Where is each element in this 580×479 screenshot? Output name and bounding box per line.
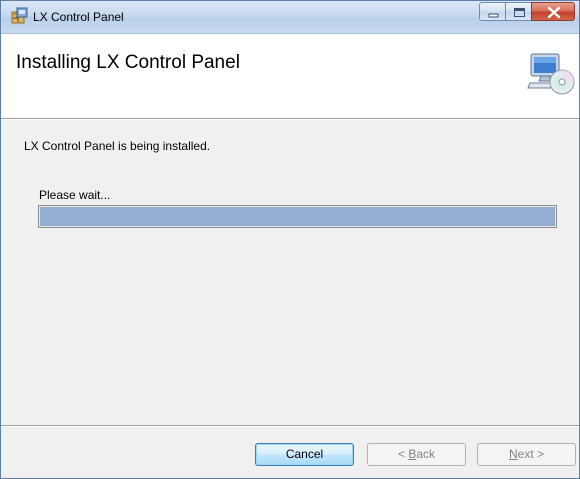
caption-buttons xyxy=(479,2,575,22)
next-arrow: > xyxy=(533,447,545,461)
installer-window: LX Control Panel Installing LX Control P… xyxy=(0,0,580,479)
computer-cd-icon xyxy=(527,50,575,98)
close-icon xyxy=(547,6,561,19)
progress-fill xyxy=(40,207,555,226)
next-button[interactable]: Next > xyxy=(477,443,576,466)
installer-package-icon xyxy=(9,6,29,26)
maximize-icon xyxy=(514,8,525,17)
title-bar[interactable]: LX Control Panel xyxy=(1,1,579,34)
please-wait-label: Please wait... xyxy=(39,188,111,202)
install-progress-bar xyxy=(38,205,557,228)
cancel-button[interactable]: Cancel xyxy=(255,443,354,466)
close-button[interactable] xyxy=(531,2,575,21)
page-title: Installing LX Control Panel xyxy=(16,52,240,73)
minimize-button[interactable] xyxy=(479,2,506,21)
back-button[interactable]: < Back xyxy=(367,443,466,466)
minimize-icon xyxy=(488,13,499,18)
next-accelerator: N xyxy=(508,447,518,461)
header-banner: Installing LX Control Panel xyxy=(1,34,579,119)
maximize-button[interactable] xyxy=(505,2,532,21)
back-arrow: < xyxy=(397,447,409,461)
footer-divider-highlight xyxy=(1,426,579,427)
install-status-text: LX Control Panel is being installed. xyxy=(24,139,211,153)
back-label-rest: ack xyxy=(416,447,436,461)
window-title: LX Control Panel xyxy=(33,10,124,24)
next-label-rest: ext xyxy=(517,447,534,461)
content-area: LX Control Panel is being installed. Ple… xyxy=(1,120,579,425)
